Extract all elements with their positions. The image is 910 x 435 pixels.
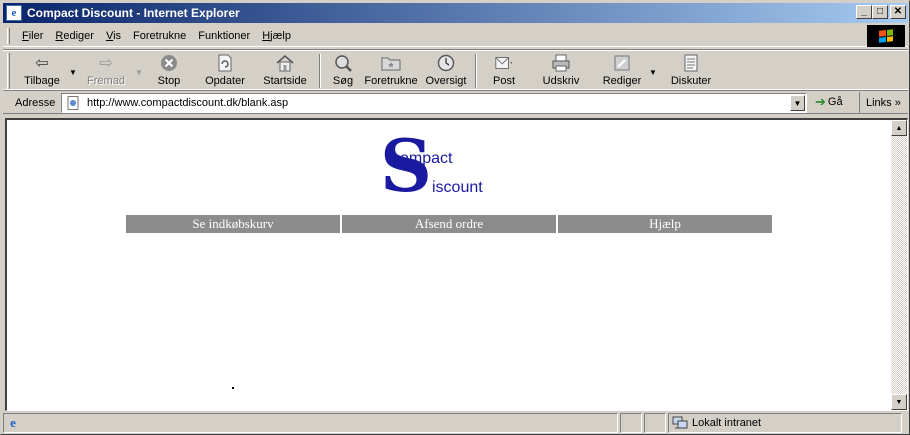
arrow-left-icon: ⇦ — [35, 55, 49, 72]
menu-help[interactable]: Hjælp — [256, 30, 297, 42]
title-bar[interactable]: e Compact Discount - Internet Explorer _… — [3, 3, 908, 23]
home-icon — [275, 53, 295, 73]
windows-throbber — [867, 25, 905, 47]
security-zone-panel: Lokalt intranet — [668, 413, 902, 433]
window-title: Compact Discount - Internet Explorer — [27, 6, 240, 20]
address-bar: Adresse http://www.compactdiscount.dk/bl… — [3, 92, 908, 114]
edit-button[interactable]: Rediger — [596, 50, 648, 90]
stray-pixel — [232, 387, 234, 389]
go-button[interactable]: ➔ Gå — [815, 94, 843, 110]
nav-help[interactable]: Hjælp — [558, 215, 772, 233]
toolbar-separator — [475, 54, 477, 88]
print-button[interactable]: Udskriv — [526, 50, 596, 90]
home-button[interactable]: Startside — [256, 50, 314, 90]
search-icon — [333, 53, 353, 73]
refresh-icon — [215, 53, 235, 73]
compact-discount-logo: S ompact iscount — [380, 130, 520, 210]
menu-bar: Filer Rediger Vis Foretrukne Funktioner … — [3, 25, 908, 47]
links-button[interactable]: Links » — [859, 92, 901, 114]
logo-word-discount: iscount — [432, 179, 483, 196]
vertical-scrollbar[interactable]: ▲ ▼ — [891, 120, 907, 410]
status-text-panel: e — [3, 413, 618, 433]
toolbar-separator — [319, 54, 321, 88]
close-button[interactable]: ✕ — [890, 5, 906, 19]
search-button[interactable]: Søg — [326, 50, 360, 90]
windows-flag-icon — [879, 29, 893, 43]
discuss-button[interactable]: Diskuter — [662, 50, 720, 90]
intranet-icon — [672, 416, 688, 429]
go-arrow-icon: ➔ — [815, 94, 826, 109]
mail-button[interactable]: Post — [482, 50, 526, 90]
scroll-up-button[interactable]: ▲ — [891, 120, 907, 136]
menu-tools[interactable]: Funktioner — [192, 30, 256, 42]
nav-view-cart[interactable]: Se indkøbskurv — [126, 215, 340, 233]
status-bar: e Lokalt intranet — [3, 413, 908, 433]
stop-button[interactable]: Stop — [144, 50, 194, 90]
edit-dropdown[interactable]: ▼ — [648, 50, 658, 77]
site-navigation: Se indkøbskurv Afsend ordre Hjælp — [126, 215, 772, 233]
menubar-grip[interactable] — [7, 27, 10, 44]
toolbar-grip[interactable] — [7, 53, 10, 89]
ie-logo-icon: e — [6, 5, 22, 21]
forward-dropdown[interactable]: ▼ — [134, 50, 144, 77]
back-button[interactable]: ⇦ Tilbage — [16, 50, 68, 90]
edit-icon — [612, 53, 632, 73]
forward-button[interactable]: ⇨ Fremad — [78, 50, 134, 90]
favorites-button[interactable]: Foretrukne — [360, 50, 422, 90]
discuss-icon — [681, 53, 701, 73]
address-url: http://www.compactdiscount.dk/blank.asp — [87, 97, 289, 109]
stop-icon — [159, 53, 179, 73]
browser-window: e Compact Discount - Internet Explorer _… — [0, 0, 910, 435]
back-dropdown[interactable]: ▼ — [68, 50, 78, 77]
status-panel-security — [644, 413, 666, 433]
go-label: Gå — [827, 96, 843, 108]
menu-edit[interactable]: Rediger — [49, 30, 100, 42]
nav-send-order[interactable]: Afsend ordre — [342, 215, 556, 233]
refresh-button[interactable]: Opdater — [194, 50, 256, 90]
scroll-down-button[interactable]: ▼ — [891, 394, 907, 410]
ie-page-icon: e — [10, 415, 16, 430]
status-panel-progress — [620, 413, 642, 433]
menu-view[interactable]: Vis — [100, 30, 127, 42]
address-input[interactable]: http://www.compactdiscount.dk/blank.asp … — [61, 93, 807, 113]
arrow-right-icon: ⇨ — [99, 55, 113, 72]
mail-icon — [494, 53, 514, 73]
security-zone-label: Lokalt intranet — [692, 417, 762, 429]
menu-file[interactable]: Filer — [16, 30, 49, 42]
address-label: Adresse — [15, 96, 56, 109]
minimize-button[interactable]: _ — [856, 5, 872, 19]
address-dropdown-button[interactable]: ▼ — [790, 95, 805, 111]
page-content: S ompact iscount Se indkøbskurv Afsend o… — [5, 118, 908, 411]
history-icon — [436, 53, 456, 73]
window-controls: _ □ ✕ — [856, 5, 906, 19]
menu-favorites[interactable]: Foretrukne — [127, 30, 192, 42]
logo-word-compact: ompact — [400, 150, 453, 167]
history-button[interactable]: Oversigt — [422, 50, 470, 90]
favorites-folder-icon — [381, 53, 401, 73]
maximize-button[interactable]: □ — [872, 5, 888, 19]
standard-toolbar: ⇦ Tilbage ▼ ⇨ Fremad ▼ Stop Opdater Star… — [3, 49, 908, 91]
printer-icon — [551, 53, 571, 73]
page-icon — [67, 96, 79, 110]
